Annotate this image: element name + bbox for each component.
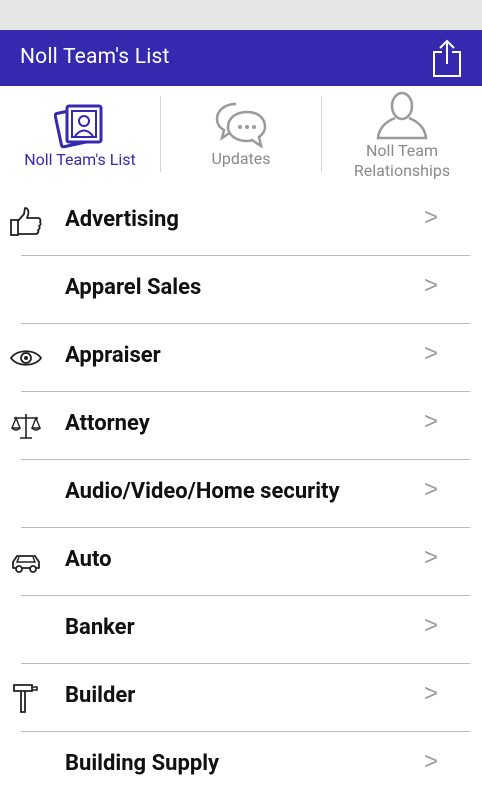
list-item-label: Appraiser xyxy=(65,343,161,368)
tab-updates[interactable]: Updates xyxy=(161,86,321,184)
hammer-icon xyxy=(13,684,38,713)
share-button[interactable] xyxy=(430,38,464,78)
list-item-label: Audio/Video/Home security xyxy=(65,479,340,504)
list-item-building-supply[interactable]: Building Supply > xyxy=(0,732,482,800)
list-item-label: Builder xyxy=(65,683,136,708)
car-icon xyxy=(12,555,40,573)
app-bar: Noll Team's List xyxy=(0,30,482,86)
chevron-right-icon: > xyxy=(424,544,439,571)
chevron-right-icon: > xyxy=(424,340,439,367)
chevron-right-icon: > xyxy=(424,204,439,231)
status-bar xyxy=(0,0,482,30)
list-item-audio-video-home-security[interactable]: Audio/Video/Home security > xyxy=(0,460,482,528)
tab-noll-teams-list[interactable]: Noll Team's List xyxy=(0,86,160,184)
app-title: Noll Team's List xyxy=(20,45,170,69)
list-item-apparel-sales[interactable]: Apparel Sales > xyxy=(0,256,482,324)
list-item-attorney[interactable]: Attorney > xyxy=(0,392,482,460)
share-icon xyxy=(433,39,461,77)
list-item-advertising[interactable]: Advertising > xyxy=(0,188,482,256)
category-list: Advertising > Apparel Sales > Appraiser … xyxy=(0,188,482,800)
list-item-label: Advertising xyxy=(65,207,179,232)
thumbs-up-icon xyxy=(10,207,42,236)
list-item-banker[interactable]: Banker > xyxy=(0,596,482,664)
list-item-builder[interactable]: Builder > xyxy=(0,664,482,732)
list-item-label: Apparel Sales xyxy=(65,275,202,300)
photos-icon xyxy=(54,104,103,149)
list-item-appraiser[interactable]: Appraiser > xyxy=(0,324,482,392)
list-item-auto[interactable]: Auto > xyxy=(0,528,482,596)
tab-label-line1: Noll Team xyxy=(366,141,438,160)
chevron-right-icon: > xyxy=(424,748,439,775)
tab-label-line2: Relationships xyxy=(353,161,451,180)
tab-label: Updates xyxy=(211,149,271,168)
chevron-right-icon: > xyxy=(424,408,439,435)
list-item-label: Attorney xyxy=(65,411,150,436)
tab-bar: Noll Team's List Updates Noll Team Relat… xyxy=(0,86,482,184)
chevron-right-icon: > xyxy=(424,272,439,299)
scales-icon xyxy=(10,414,42,439)
eye-icon xyxy=(10,350,42,366)
person-icon xyxy=(376,91,428,140)
list-item-label: Building Supply xyxy=(65,751,220,776)
chevron-right-icon: > xyxy=(424,680,439,707)
tab-label: Noll Team's List xyxy=(24,150,136,169)
chat-bubbles-icon xyxy=(215,102,267,148)
tab-relationships[interactable]: Noll Team Relationships xyxy=(322,86,482,184)
chevron-right-icon: > xyxy=(424,476,439,503)
chevron-right-icon: > xyxy=(424,612,439,639)
list-item-label: Banker xyxy=(65,615,135,640)
list-item-label: Auto xyxy=(65,547,112,572)
